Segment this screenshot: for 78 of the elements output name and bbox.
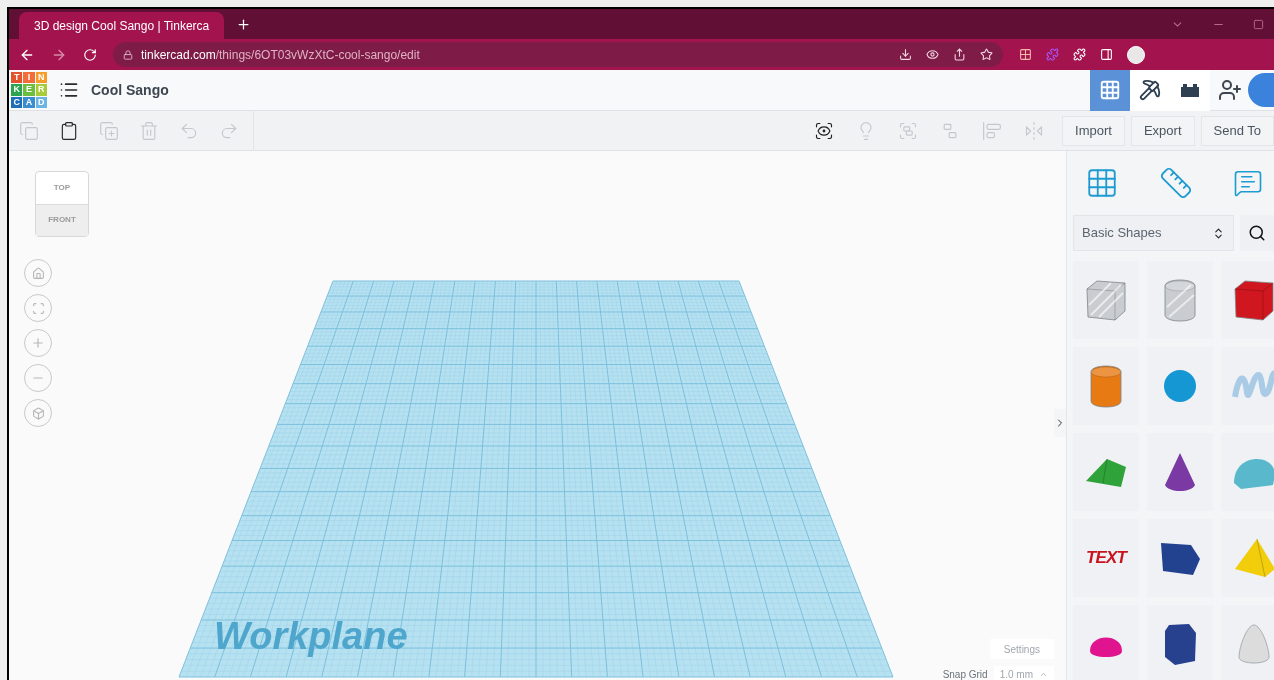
shape-tile[interactable] (1147, 347, 1213, 425)
snap-grid-label: Snap Grid (942, 667, 988, 680)
eye-icon[interactable] (926, 48, 939, 61)
logo-letter[interactable]: N (35, 72, 47, 84)
search-button[interactable] (1240, 215, 1274, 251)
shape-tile[interactable] (1147, 605, 1213, 680)
box-shape-icon (1231, 277, 1274, 323)
shape-tile[interactable] (1221, 519, 1274, 597)
logo-letter[interactable]: T (11, 72, 23, 84)
address-field[interactable]: tinkercad.com/things/6OT03vWzXtC-cool-sango/edit (113, 42, 1003, 67)
box-hole-shape-icon (1083, 277, 1129, 323)
url-text: tinkercad.com/things/6OT03vWzXtC-cool-sango/edit (141, 46, 421, 64)
design-menu-icon[interactable] (59, 80, 79, 100)
logo-letter[interactable]: E (23, 84, 35, 96)
extension-icon[interactable] (1046, 48, 1059, 61)
shape-tile[interactable] (1073, 605, 1139, 680)
settings-button[interactable]: Settings (989, 639, 1054, 659)
shape-tile[interactable]: TEXT (1073, 519, 1139, 597)
workplane-label: Workplane (214, 617, 408, 655)
search-icon (1248, 224, 1267, 242)
reload-icon[interactable] (83, 47, 97, 62)
logo-letter[interactable]: D (35, 96, 47, 108)
grid-icon (1099, 79, 1121, 101)
toolbar-button[interactable]: Export (1130, 115, 1195, 146)
tab-title: 3D design Cool Sango | Tinkerca (34, 17, 210, 35)
shape-tile[interactable] (1221, 347, 1274, 425)
shape-tile[interactable] (1073, 433, 1139, 511)
shape-tile[interactable] (1221, 433, 1274, 511)
logo-letter[interactable]: K (11, 84, 23, 96)
frame-corners-icon (31, 301, 45, 315)
logo-letter[interactable]: C (11, 96, 23, 108)
toolbar-button[interactable]: Import (1062, 115, 1125, 146)
paste-icon[interactable] (59, 120, 79, 141)
category-text: Basic Shapes (1082, 224, 1162, 243)
ruler-icon[interactable] (1159, 166, 1193, 200)
panel-toggle-button[interactable] (1054, 409, 1066, 437)
text-shape-icon: TEXT (1085, 545, 1126, 571)
shape-tile[interactable] (1221, 605, 1274, 680)
share-icon[interactable] (953, 48, 966, 61)
logo-letter[interactable]: A (23, 96, 35, 108)
user-avatar[interactable] (1248, 73, 1274, 107)
zoom-out-button[interactable] (24, 364, 52, 392)
logo-letter[interactable]: I (23, 72, 35, 84)
profile-avatar[interactable] (1127, 45, 1145, 64)
side-panel-icon[interactable] (1100, 48, 1113, 61)
shape-tile[interactable] (1073, 347, 1139, 425)
shape-tile[interactable] (1147, 433, 1213, 511)
view-cube[interactable]: TOP FRONT (35, 171, 89, 237)
pickaxe-icon (1139, 79, 1161, 101)
download-icon[interactable] (899, 48, 912, 61)
toolbar-button[interactable]: Send To (1200, 115, 1274, 146)
browser-tab[interactable]: 3D design Cool Sango | Tinkerca (19, 12, 224, 39)
grid-view-button[interactable] (1090, 69, 1130, 111)
fit-view-button[interactable] (24, 294, 52, 322)
new-tab-icon[interactable] (236, 17, 251, 32)
snap-grid-dropdown[interactable]: 1.0 mm (993, 666, 1054, 680)
shape-category-dropdown[interactable]: Basic Shapes (1073, 215, 1235, 251)
ortho-view-button[interactable] (24, 399, 52, 427)
design-title[interactable]: Cool Sango (91, 79, 169, 101)
shape-tile[interactable] (1147, 519, 1213, 597)
restore-icon[interactable] (1253, 19, 1264, 30)
star-icon[interactable] (980, 48, 993, 61)
add-user-icon[interactable] (1218, 78, 1242, 102)
cube-icon (31, 406, 45, 420)
shape-tile[interactable] (1073, 261, 1139, 339)
extensions-icon[interactable] (1073, 48, 1086, 61)
shape-tile[interactable] (1221, 261, 1274, 339)
zoom-in-button[interactable] (24, 329, 52, 357)
extension-icon[interactable] (1019, 48, 1032, 61)
shape-tile[interactable] (1147, 261, 1213, 339)
plus-icon (31, 336, 45, 350)
home-icon (31, 266, 45, 280)
home-view-button[interactable] (24, 259, 52, 287)
workplane-icon[interactable] (1085, 166, 1119, 200)
lock-icon (123, 49, 133, 60)
brick-view-button[interactable] (1170, 69, 1210, 111)
notes-icon[interactable] (814, 120, 835, 141)
pickaxe-view-button[interactable] (1130, 69, 1170, 111)
